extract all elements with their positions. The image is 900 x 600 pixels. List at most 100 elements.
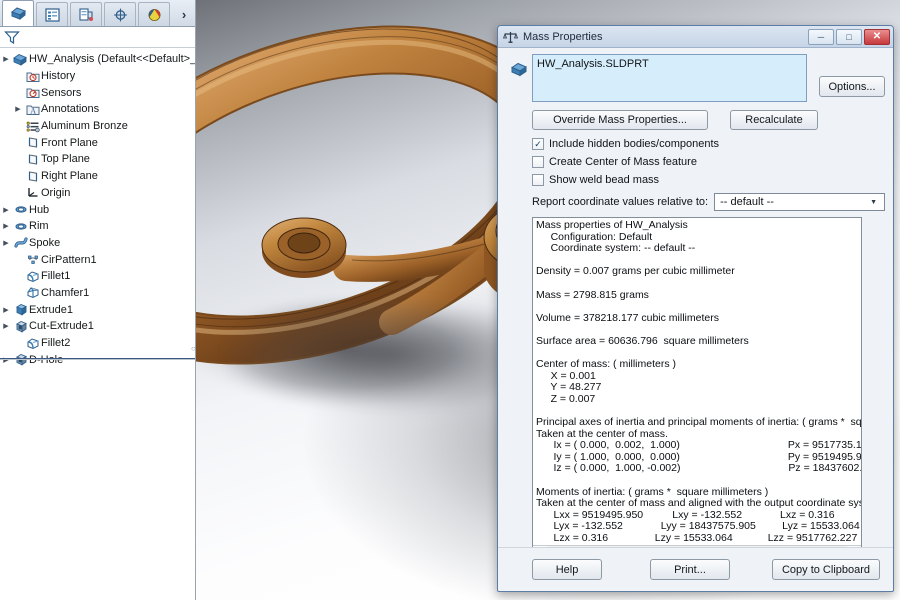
spoke-expander[interactable]: ▶ [0, 239, 12, 247]
configuration-manager-tab[interactable] [70, 2, 102, 26]
tree-item-label: Chamfer1 [41, 286, 90, 299]
property-manager-tab[interactable] [36, 2, 68, 26]
selected-components-list[interactable]: HW_Analysis.SLDPRT [532, 54, 807, 102]
solidworks-window: Z Y X [0, 0, 900, 600]
tree-filter-row[interactable] [0, 27, 195, 48]
show-weld-bead-mass-checkbox[interactable] [532, 174, 544, 186]
tree-item-top-plane[interactable]: Top Plane [0, 151, 195, 168]
include-hidden-bodies-checkbox[interactable]: ✓ [532, 138, 544, 150]
minimize-button[interactable]: ─ [808, 28, 834, 45]
tree-item-material[interactable]: Aluminum Bronze [0, 118, 195, 135]
help-button[interactable]: Help [532, 559, 602, 580]
window-controls: ─ □ ✕ [808, 28, 890, 45]
tree-item-label: Aluminum Bronze [41, 120, 128, 133]
dialog-title: Mass Properties [523, 30, 603, 43]
annotations-icon: A [24, 103, 41, 116]
tree-splitter[interactable] [0, 358, 195, 360]
tree-item-fillet1[interactable]: Fillet1 [0, 268, 195, 285]
annotations-expander[interactable]: ▶ [12, 105, 24, 113]
plane-icon [24, 153, 41, 166]
selected-file-name: HW_Analysis.SLDPRT [537, 58, 649, 70]
copy-to-clipboard-button[interactable]: Copy to Clipboard [772, 559, 880, 580]
sensors-icon [24, 86, 41, 99]
tree-item-label: Fillet1 [41, 270, 71, 283]
tree-item-label: Top Plane [41, 153, 90, 166]
tree-item-rim[interactable]: ▶ Rim [0, 218, 195, 235]
revolve-icon [12, 220, 29, 233]
print-button[interactable]: Print... [650, 559, 730, 580]
tree-item-cut-extrude1[interactable]: ▶ Cut-Extrude1 [0, 318, 195, 335]
plane-icon [24, 136, 41, 149]
chamfer-icon [24, 286, 41, 299]
options-button[interactable]: Options... [819, 76, 885, 97]
tree-item-spoke[interactable]: ▶ Spoke [0, 235, 195, 252]
dialog-footer: Help Print... Copy to Clipboard [498, 547, 893, 591]
tree-root-label: HW_Analysis (Default<<Default>_Display [29, 53, 195, 66]
tree-item-label: History [41, 70, 76, 83]
tree-item-label: Right Plane [41, 170, 98, 183]
dialog-body: HW_Analysis.SLDPRT Options... Override M… [498, 48, 893, 560]
feature-manager-tab[interactable] [2, 0, 34, 26]
tree-item-hub[interactable]: ▶ Hub [0, 201, 195, 218]
dialog-title-bar[interactable]: Mass Properties ─ □ ✕ [498, 26, 893, 48]
feature-tree[interactable]: ▶ HW_Analysis (Default<<Default>_Display [0, 48, 195, 368]
material-icon [24, 120, 41, 133]
configuration-icon [78, 7, 93, 21]
dimxpert-target-icon [113, 8, 127, 21]
create-center-of-mass-row[interactable]: Create Center of Mass feature [532, 154, 885, 170]
close-button[interactable]: ✕ [864, 28, 890, 45]
options-column: Options... [807, 54, 885, 97]
tree-item-right-plane[interactable]: Right Plane [0, 168, 195, 185]
panel-resize-grip[interactable]: ○ [191, 344, 197, 353]
tree-item-fillet2[interactable]: Fillet2 [0, 335, 195, 352]
tree-item-label: Extrude1 [29, 303, 74, 316]
dimxpert-manager-tab[interactable] [104, 2, 136, 26]
tree-item-label: Hub [29, 203, 50, 216]
rim-expander[interactable]: ▶ [0, 222, 12, 230]
property-list-icon [44, 7, 60, 22]
hub-expander[interactable]: ▶ [0, 206, 12, 214]
results-text-area[interactable]: Mass properties of HW_Analysis Configura… [533, 218, 861, 545]
extrude-icon [12, 303, 29, 316]
tree-item-label: Sensors [41, 86, 82, 99]
chevron-down-icon[interactable]: ▼ [870, 199, 882, 206]
maximize-button[interactable]: □ [836, 28, 862, 45]
mass-properties-dialog: Mass Properties ─ □ ✕ HW_Analysis.SLDPRT [497, 25, 894, 592]
tree-root-item[interactable]: ▶ HW_Analysis (Default<<Default>_Display [0, 51, 195, 68]
part-icon [12, 53, 29, 66]
show-weld-bead-mass-label: Show weld bead mass [549, 174, 660, 186]
tree-item-sensors[interactable]: Sensors [0, 84, 195, 101]
coordinate-system-dropdown[interactable]: -- default -- ▼ [714, 193, 885, 211]
options-checkboxes: ✓ Include hidden bodies/components Creat… [506, 136, 885, 188]
appearance-sphere-icon [148, 8, 160, 21]
root-expander[interactable]: ▶ [0, 55, 12, 63]
extrude1-expander[interactable]: ▶ [0, 306, 12, 314]
show-weld-bead-mass-row[interactable]: Show weld bead mass [532, 172, 885, 188]
tree-item-label: CirPattern1 [41, 253, 97, 266]
origin-icon [24, 186, 41, 199]
results-text: Mass properties of HW_Analysis Configura… [536, 219, 861, 545]
tree-item-extrude1[interactable]: ▶ Extrude1 [0, 301, 195, 318]
display-manager-tab[interactable] [138, 2, 170, 26]
part-icon [506, 54, 532, 77]
override-mass-properties-button[interactable]: Override Mass Properties... [532, 110, 708, 130]
create-center-of-mass-checkbox[interactable] [532, 156, 544, 168]
more-tabs-button[interactable]: › [173, 2, 195, 26]
recalculate-button[interactable]: Recalculate [730, 110, 818, 130]
tree-item-label: Rim [29, 220, 49, 233]
tree-item-label: Cut-Extrude1 [29, 320, 94, 333]
tree-item-label: Origin [41, 186, 71, 199]
tree-item-origin[interactable]: Origin [0, 185, 195, 202]
include-hidden-bodies-row[interactable]: ✓ Include hidden bodies/components [532, 136, 885, 152]
tree-item-annotations[interactable]: ▶ A Annotations [0, 101, 195, 118]
tree-item-history[interactable]: History [0, 68, 195, 85]
tree-item-cirpattern1[interactable]: CirPattern1 [0, 251, 195, 268]
svg-text:A: A [30, 106, 36, 115]
coordinate-system-value: -- default -- [720, 196, 774, 208]
tree-item-chamfer1[interactable]: Chamfer1 [0, 285, 195, 302]
fillet-icon [24, 270, 41, 283]
cut-extrude1-expander[interactable]: ▶ [0, 322, 12, 330]
tree-item-front-plane[interactable]: Front Plane [0, 134, 195, 151]
mass-properties-results-panel[interactable]: Mass properties of HW_Analysis Configura… [532, 217, 862, 560]
tree-item-label: Fillet2 [41, 337, 71, 350]
